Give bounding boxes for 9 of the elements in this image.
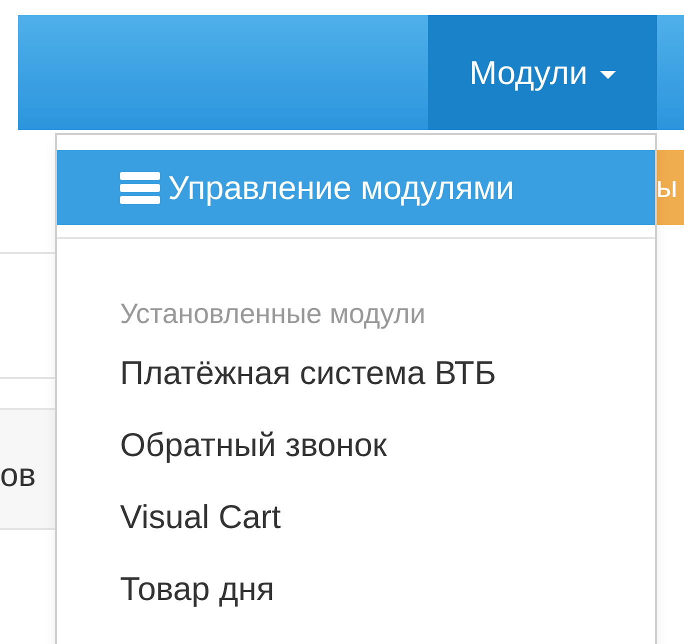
- server-icon: [120, 172, 160, 204]
- table-cell-text: ов: [0, 455, 36, 495]
- menu-item[interactable]: Товар дня: [57, 553, 655, 625]
- menu-item[interactable]: Платёжная система ВТБ: [57, 337, 655, 409]
- modules-menu[interactable]: Модули: [428, 15, 657, 130]
- menu-header: Установленные модули: [119, 297, 426, 331]
- menu-item[interactable]: Visual Cart: [57, 481, 655, 553]
- menu-item[interactable]: Обратный звонок: [57, 409, 655, 481]
- caret-icon: [600, 70, 616, 78]
